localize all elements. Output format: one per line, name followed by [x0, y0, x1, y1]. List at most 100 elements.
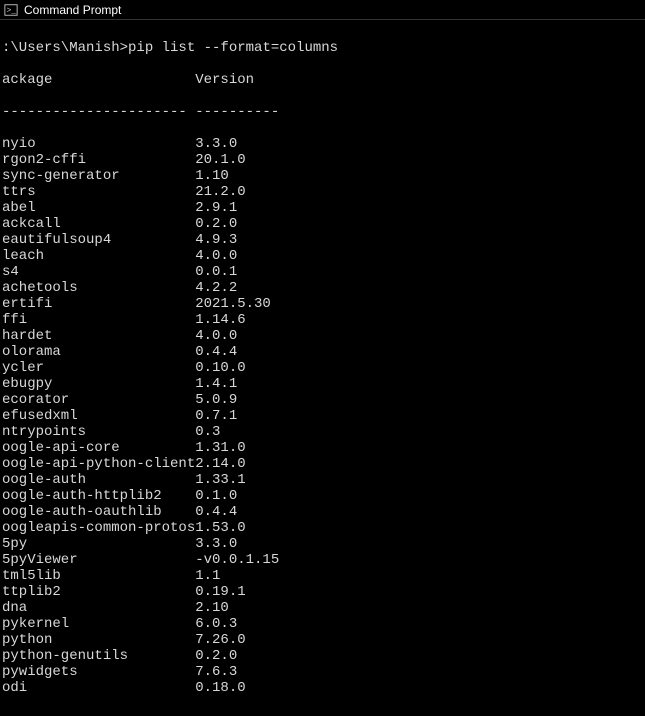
- package-version: 5.0.9: [195, 392, 237, 408]
- header-version: Version: [195, 72, 254, 88]
- package-row: ttplib20.19.1: [2, 584, 643, 600]
- title-bar[interactable]: >_ Command Prompt: [0, 0, 645, 20]
- package-name: rgon2-cffi: [2, 152, 195, 168]
- package-name: oogleapis-common-protos: [2, 520, 195, 536]
- package-version: 0.19.1: [195, 584, 245, 600]
- package-row: ebugpy1.4.1: [2, 376, 643, 392]
- package-name: leach: [2, 248, 195, 264]
- package-row: leach4.0.0: [2, 248, 643, 264]
- package-version: 1.14.6: [195, 312, 245, 328]
- package-row: oogleapis-common-protos1.53.0: [2, 520, 643, 536]
- package-name: oogle-api-core: [2, 440, 195, 456]
- package-version: 6.0.3: [195, 616, 237, 632]
- sep-version: ----------: [195, 104, 279, 120]
- package-name: sync-generator: [2, 168, 195, 184]
- package-version: 0.4.4: [195, 344, 237, 360]
- window-title: Command Prompt: [24, 3, 121, 17]
- package-row: 5py3.3.0: [2, 536, 643, 552]
- package-row: pykernel6.0.3: [2, 616, 643, 632]
- package-name: oogle-auth-httplib2: [2, 488, 195, 504]
- package-row: oogle-auth-httplib20.1.0: [2, 488, 643, 504]
- package-version: 0.2.0: [195, 216, 237, 232]
- header-row: ackageVersion: [2, 72, 643, 88]
- package-version: 0.3: [195, 424, 220, 440]
- package-version: 1.10: [195, 168, 229, 184]
- package-row: nyio3.3.0: [2, 136, 643, 152]
- package-row: oogle-auth1.33.1: [2, 472, 643, 488]
- package-row: python-genutils0.2.0: [2, 648, 643, 664]
- package-row: python7.26.0: [2, 632, 643, 648]
- package-row: ntrypoints0.3: [2, 424, 643, 440]
- package-version: 0.1.0: [195, 488, 237, 504]
- package-version: 0.2.0: [195, 648, 237, 664]
- package-row: achetools4.2.2: [2, 280, 643, 296]
- package-name: achetools: [2, 280, 195, 296]
- package-version: 2.9.1: [195, 200, 237, 216]
- package-name: pywidgets: [2, 664, 195, 680]
- package-name: ebugpy: [2, 376, 195, 392]
- package-name: 5py: [2, 536, 195, 552]
- package-row: dna2.10: [2, 600, 643, 616]
- package-row: 5pyViewer-v0.0.1.15: [2, 552, 643, 568]
- package-name: odi: [2, 680, 195, 696]
- package-name: s4: [2, 264, 195, 280]
- package-row: eautifulsoup44.9.3: [2, 232, 643, 248]
- package-version: 3.3.0: [195, 536, 237, 552]
- package-name: olorama: [2, 344, 195, 360]
- package-row: rgon2-cffi20.1.0: [2, 152, 643, 168]
- package-name: pykernel: [2, 616, 195, 632]
- package-version: 0.10.0: [195, 360, 245, 376]
- package-version: 4.0.0: [195, 248, 237, 264]
- package-row: ertifi2021.5.30: [2, 296, 643, 312]
- package-version: 21.2.0: [195, 184, 245, 200]
- package-row: tml5lib1.1: [2, 568, 643, 584]
- package-name: ecorator: [2, 392, 195, 408]
- package-version: 7.6.3: [195, 664, 237, 680]
- package-row: ackcall0.2.0: [2, 216, 643, 232]
- package-version: 0.4.4: [195, 504, 237, 520]
- package-version: 20.1.0: [195, 152, 245, 168]
- package-row: hardet4.0.0: [2, 328, 643, 344]
- package-name: dna: [2, 600, 195, 616]
- package-row: olorama0.4.4: [2, 344, 643, 360]
- svg-text:>_: >_: [7, 6, 17, 15]
- package-name: ffi: [2, 312, 195, 328]
- package-row: oogle-api-core1.31.0: [2, 440, 643, 456]
- package-name: nyio: [2, 136, 195, 152]
- package-row: odi0.18.0: [2, 680, 643, 696]
- package-name: hardet: [2, 328, 195, 344]
- package-name: abel: [2, 200, 195, 216]
- package-row: oogle-auth-oauthlib0.4.4: [2, 504, 643, 520]
- package-version: 0.7.1: [195, 408, 237, 424]
- terminal-output[interactable]: :\Users\Manish>pip list --format=columns…: [0, 20, 645, 716]
- package-version: 0.0.1: [195, 264, 237, 280]
- header-package: ackage: [2, 72, 195, 88]
- separator-row: --------------------------------: [2, 104, 643, 120]
- package-name: efusedxml: [2, 408, 195, 424]
- package-version: 1.1: [195, 568, 220, 584]
- package-version: 4.9.3: [195, 232, 237, 248]
- prompt-line: :\Users\Manish>pip list --format=columns: [2, 40, 643, 56]
- package-row: ycler0.10.0: [2, 360, 643, 376]
- package-row: pywidgets7.6.3: [2, 664, 643, 680]
- package-name: ackcall: [2, 216, 195, 232]
- package-version: 4.2.2: [195, 280, 237, 296]
- package-version: 7.26.0: [195, 632, 245, 648]
- package-name: eautifulsoup4: [2, 232, 195, 248]
- package-row: ttrs21.2.0: [2, 184, 643, 200]
- cmd-icon: >_: [4, 3, 18, 17]
- package-row: efusedxml0.7.1: [2, 408, 643, 424]
- package-version: 4.0.0: [195, 328, 237, 344]
- package-name: ttrs: [2, 184, 195, 200]
- package-version: 1.33.1: [195, 472, 245, 488]
- package-row: oogle-api-python-client2.14.0: [2, 456, 643, 472]
- package-name: oogle-auth: [2, 472, 195, 488]
- package-name: ycler: [2, 360, 195, 376]
- package-name: python-genutils: [2, 648, 195, 664]
- package-version: 2021.5.30: [195, 296, 271, 312]
- package-name: ttplib2: [2, 584, 195, 600]
- package-row: ffi1.14.6: [2, 312, 643, 328]
- package-version: 1.31.0: [195, 440, 245, 456]
- package-version: 1.53.0: [195, 520, 245, 536]
- package-version: 3.3.0: [195, 136, 237, 152]
